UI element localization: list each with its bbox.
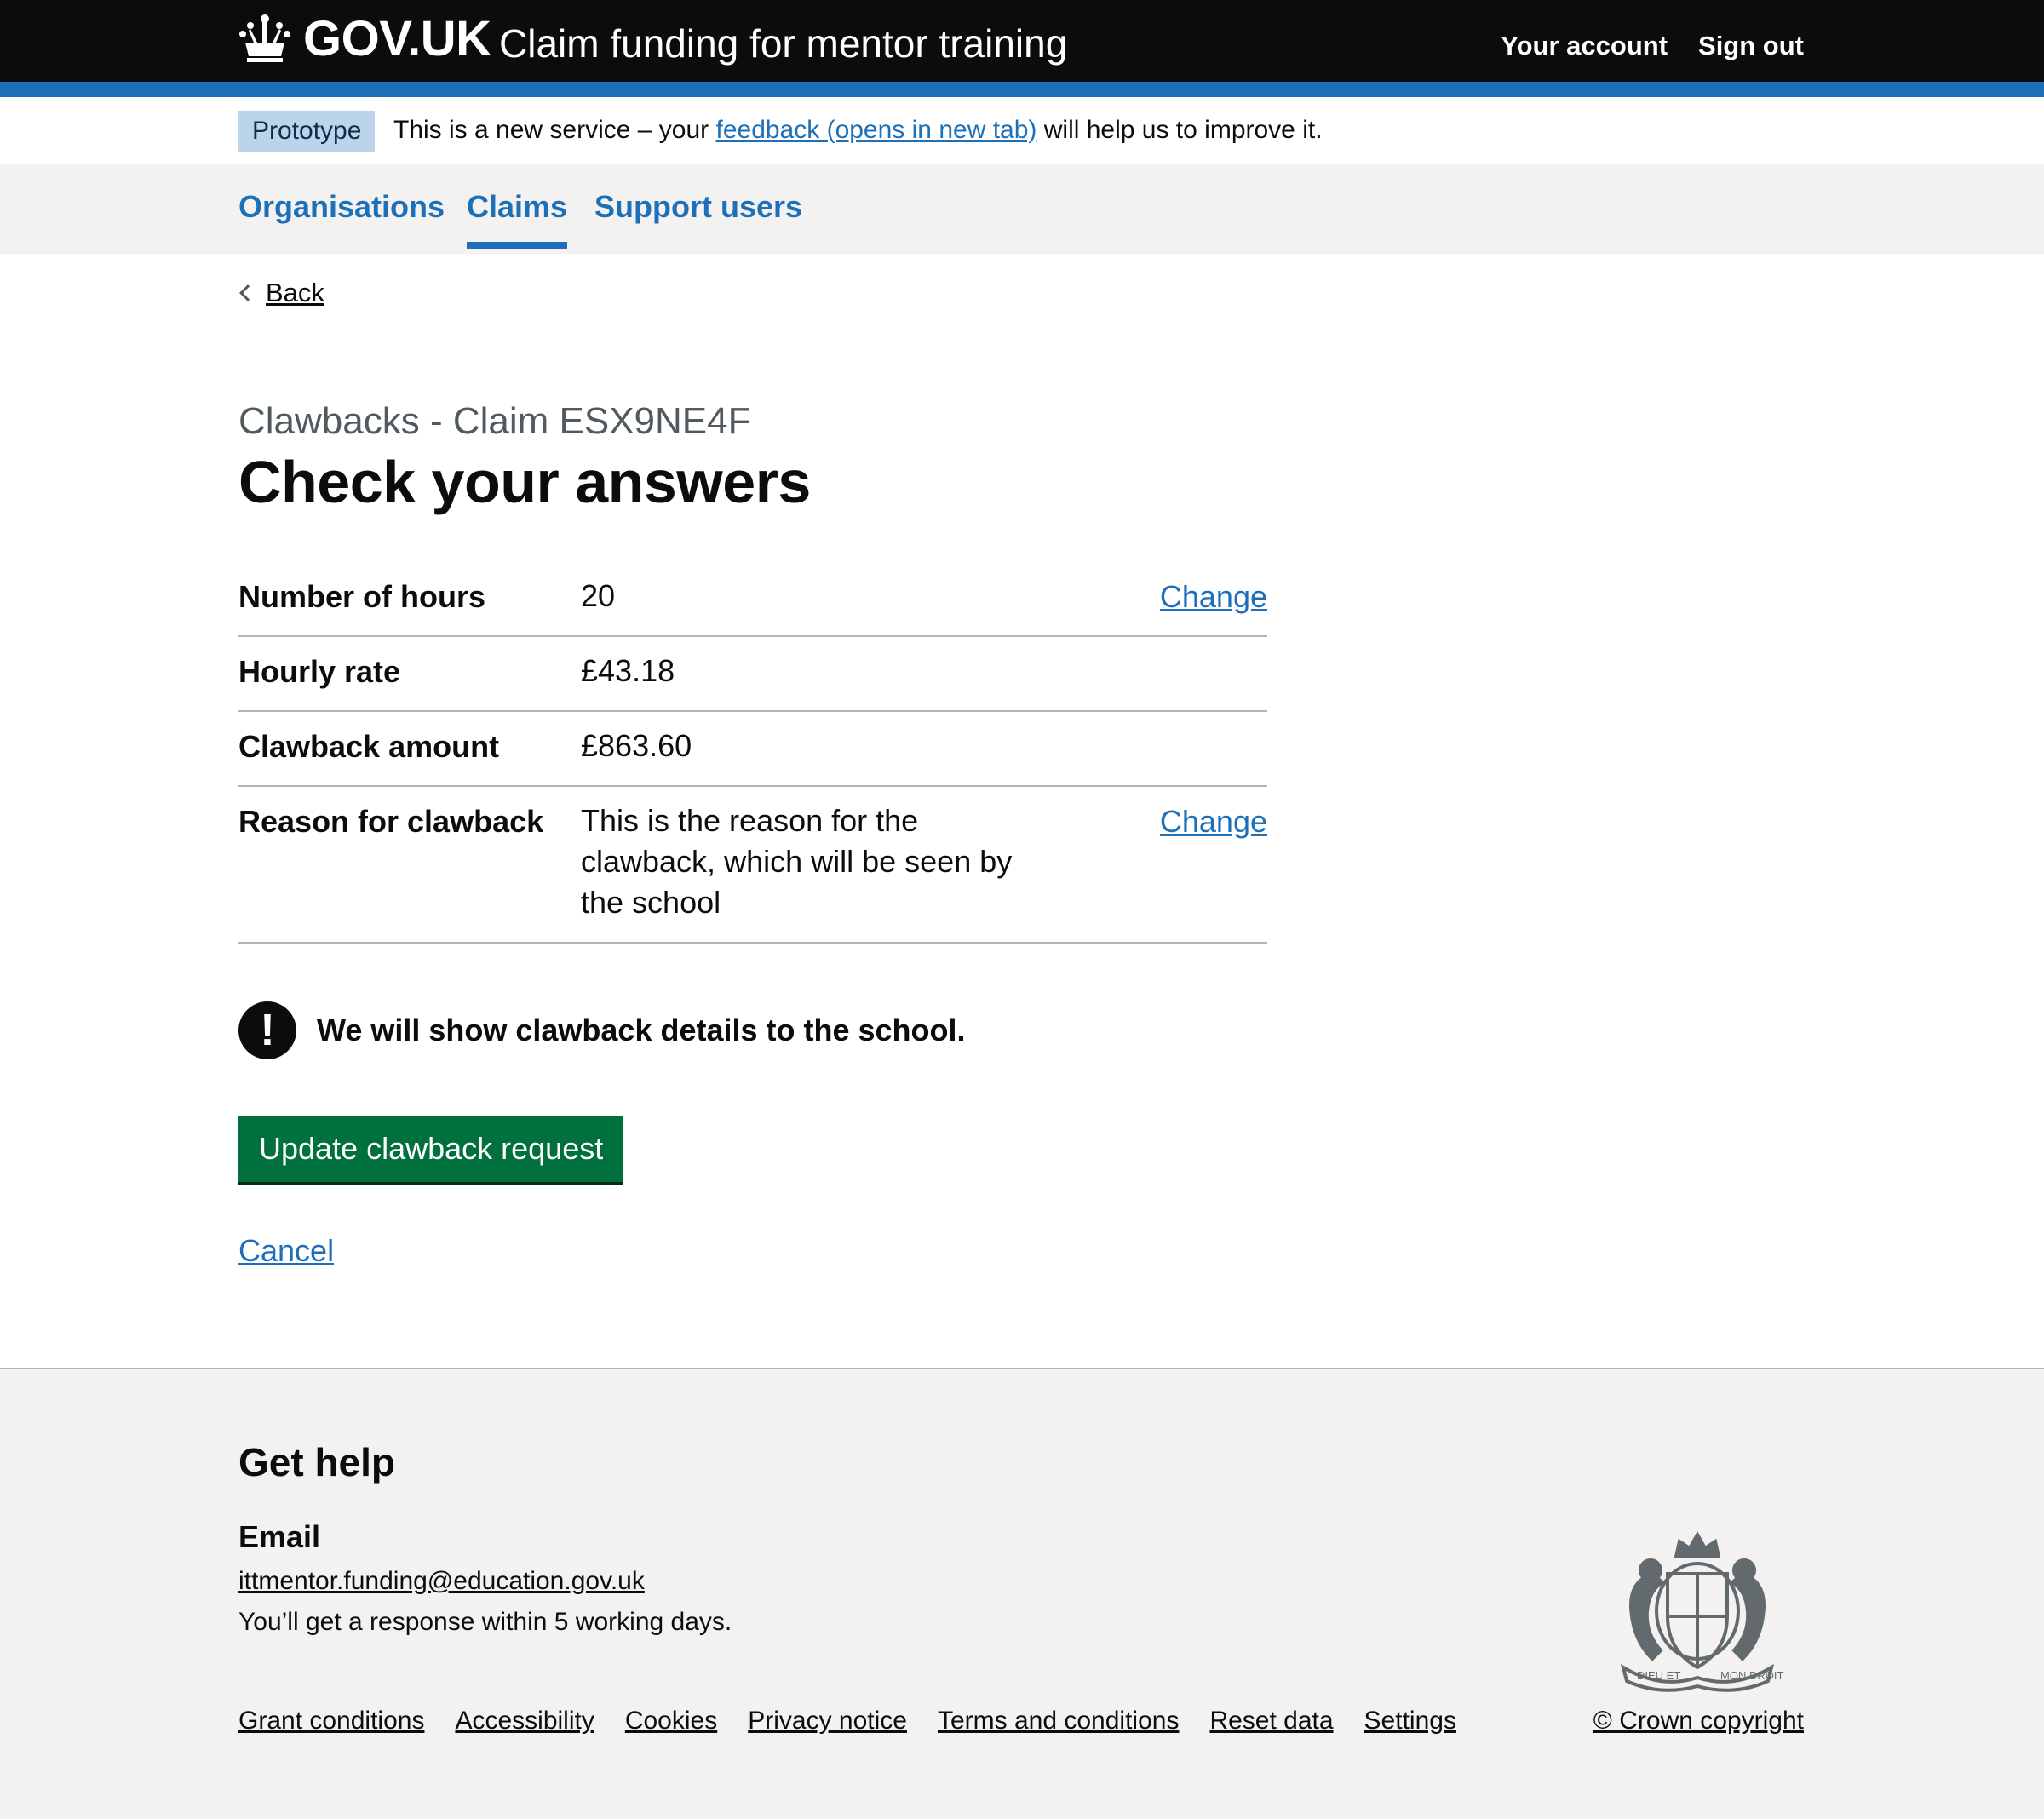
nav-organisations[interactable]: Organisations xyxy=(238,189,445,225)
service-navigation: Organisations Claims Support users xyxy=(0,164,2044,254)
page-caption: Clawbacks - Claim ESX9NE4F xyxy=(238,400,751,442)
warning-message: We will show clawback details to the sch… xyxy=(317,1013,966,1047)
summary-value: This is the reason for the clawback, whi… xyxy=(581,803,1013,920)
phase-tag: Prototype xyxy=(238,111,376,152)
nav-support-users[interactable]: Support users xyxy=(594,189,802,225)
your-account-link[interactable]: Your account xyxy=(1501,31,1668,61)
chevron-left-icon xyxy=(239,284,256,301)
feedback-link[interactable]: feedback (opens in new tab) xyxy=(715,116,1036,144)
get-help-heading: Get help xyxy=(238,1440,396,1484)
phase-banner: Prototype This is a new service – your f… xyxy=(0,97,2044,164)
logo-text: GOV.UK xyxy=(303,10,491,66)
footer-link-reset-data[interactable]: Reset data xyxy=(1209,1707,1333,1736)
back-link[interactable]: Back xyxy=(238,278,324,308)
page-title: Check your answers xyxy=(238,449,811,515)
exclamation-icon: ! xyxy=(238,1001,296,1059)
service-name[interactable]: Claim funding for mentor training xyxy=(499,20,1067,66)
update-clawback-button[interactable]: Update clawback request xyxy=(238,1116,624,1182)
site-footer: Get help Email ittmentor.funding@educati… xyxy=(0,1368,2044,1819)
royal-coat-of-arms-icon: DIEU ET MON DROIT xyxy=(1620,1530,1783,1692)
phase-text: This is a new service – your feedback (o… xyxy=(393,116,1323,145)
support-email-link[interactable]: ittmentor.funding@education.gov.uk xyxy=(238,1567,645,1596)
nav-claims[interactable]: Claims xyxy=(467,189,568,249)
footer-link-privacy-notice[interactable]: Privacy notice xyxy=(748,1707,907,1736)
warning-text: ! We will show clawback details to the s… xyxy=(238,1001,966,1059)
summary-list: Number of hours 20 Change Hourly rate £4… xyxy=(238,562,1267,944)
summary-row-reason: Reason for clawback This is the reason f… xyxy=(238,787,1267,944)
summary-key: Hourly rate xyxy=(238,654,401,689)
summary-row-hourly-rate: Hourly rate £43.18 xyxy=(238,637,1267,712)
footer-link-terms[interactable]: Terms and conditions xyxy=(938,1707,1179,1736)
phase-text-after: will help us to improve it. xyxy=(1043,116,1323,144)
crest-motto-left: DIEU ET xyxy=(1637,1669,1680,1682)
footer-link-accessibility[interactable]: Accessibility xyxy=(455,1707,594,1736)
back-link-label[interactable]: Back xyxy=(266,278,324,308)
summary-key: Clawback amount xyxy=(238,729,500,764)
summary-key: Reason for clawback xyxy=(238,804,544,839)
footer-link-settings[interactable]: Settings xyxy=(1364,1707,1456,1736)
summary-row-clawback-amount: Clawback amount £863.60 xyxy=(238,712,1267,787)
header-accent-bar xyxy=(0,82,2044,97)
summary-row-hours: Number of hours 20 Change xyxy=(238,562,1267,637)
summary-value: 20 xyxy=(581,578,616,613)
govuk-logo[interactable]: GOV.UK xyxy=(238,10,491,66)
footer-link-grant-conditions[interactable]: Grant conditions xyxy=(238,1707,424,1736)
change-hours-link[interactable]: Change xyxy=(1160,579,1267,615)
response-time-text: You’ll get a response within 5 working d… xyxy=(238,1608,732,1636)
crown-copyright-link[interactable]: © Crown copyright xyxy=(1593,1707,1804,1736)
footer-links: Grant conditions Accessibility Cookies P… xyxy=(238,1707,1456,1736)
phase-text-before: This is a new service – your xyxy=(393,116,709,144)
change-reason-link[interactable]: Change xyxy=(1160,804,1267,840)
email-heading: Email xyxy=(238,1519,321,1554)
sign-out-link[interactable]: Sign out xyxy=(1698,31,1804,61)
crown-icon xyxy=(239,14,290,62)
site-header: GOV.UK Claim funding for mentor training… xyxy=(0,0,2044,82)
summary-value: £43.18 xyxy=(581,653,675,688)
cancel-link[interactable]: Cancel xyxy=(238,1233,334,1269)
header-nav: Your account Sign out xyxy=(1501,31,1804,61)
crest-motto-right: MON DROIT xyxy=(1720,1669,1783,1682)
summary-key: Number of hours xyxy=(238,579,486,614)
summary-value: £863.60 xyxy=(581,728,692,763)
footer-link-cookies[interactable]: Cookies xyxy=(625,1707,717,1736)
